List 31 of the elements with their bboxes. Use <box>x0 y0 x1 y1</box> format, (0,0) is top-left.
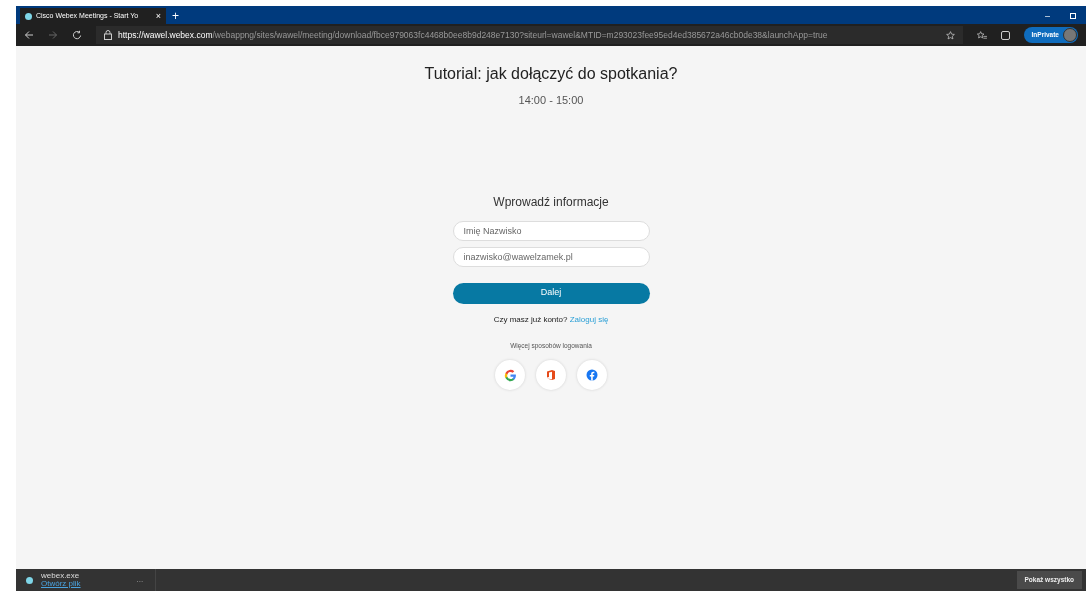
sign-in-option-button[interactable] <box>577 360 607 391</box>
open-file-link[interactable]: Otwórz plik <box>41 580 81 588</box>
form-heading: Wprowadź informacje <box>493 193 609 211</box>
tab-close[interactable]: × <box>155 11 161 21</box>
reload-icon[interactable] <box>72 30 82 40</box>
text-field[interactable]: inazwisko@wawelzamek.pl <box>452 246 650 267</box>
avatar-icon <box>1063 28 1077 42</box>
sign-in-option-button[interactable] <box>536 360 566 391</box>
sign-in-option-button[interactable] <box>495 360 525 391</box>
account-prompt: Czy masz już konto? Zaloguj się <box>493 313 609 326</box>
favorites-icon[interactable] <box>976 30 987 40</box>
address-bar[interactable]: https://wawel.webex.com/webappng/sites/wawel/meeting/download/fbce979063fc4468b0ee8b9d248e7130?siteurl=wawel&MTID=m293023fee95ed4ed385672a46cb0de38&launchApp=true <box>96 26 963 44</box>
favorite-star-icon[interactable] <box>945 30 955 40</box>
meeting-time: 14:00 - 15:00 <box>518 93 584 108</box>
minimize-button[interactable]: – <box>1045 8 1050 24</box>
office-icon <box>545 369 557 382</box>
file-name: webex.exe <box>41 572 81 580</box>
meeting-title: Tutorial: jak dołączyć do spotkania? <box>424 64 678 84</box>
new-tab-button[interactable]: + <box>172 8 179 24</box>
url-text: https://wawel.webex.com/webappng/sites/wawel/meeting/download/fbce979063fc4468b0ee8b9d248e7130?siteurl=wawel&MTID=m293023fee95ed4ed385672a46cb0de38&launchApp=true <box>118 28 828 42</box>
lock-icon <box>104 30 112 40</box>
google-icon <box>503 368 517 382</box>
restore-icon[interactable] <box>1070 13 1076 19</box>
next-button[interactable]: Dalej <box>452 282 650 304</box>
webex-icon <box>26 576 33 584</box>
back-icon[interactable] <box>24 30 34 40</box>
text-field[interactable]: Imię Nazwisko <box>452 220 650 241</box>
facebook-icon <box>586 369 598 382</box>
more-options-button[interactable]: ... <box>136 574 144 586</box>
webex-icon <box>25 12 32 20</box>
collections-icon[interactable] <box>1000 30 1010 40</box>
